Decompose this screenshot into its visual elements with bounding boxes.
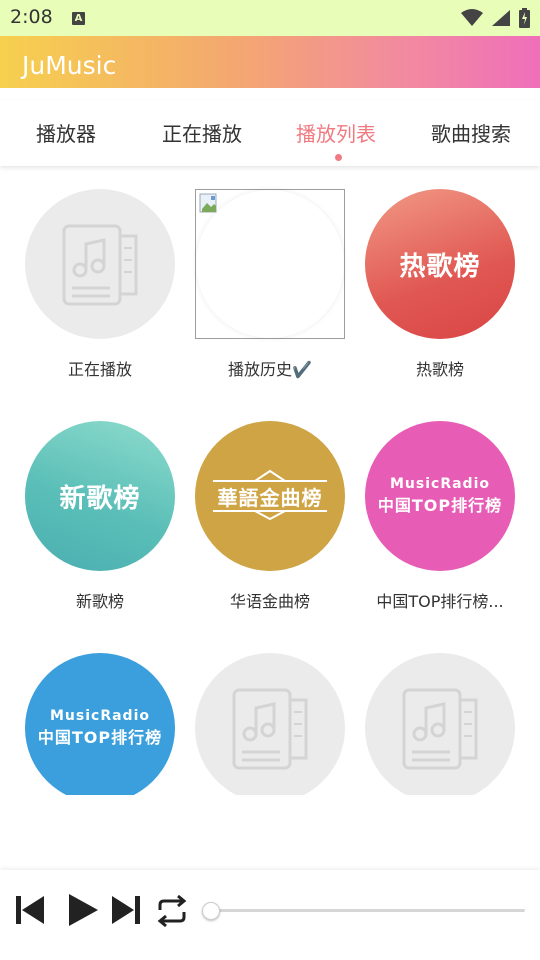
wifi-icon (461, 9, 483, 26)
tab-bar: 播放器 正在播放 播放列表 歌曲搜索 (0, 100, 540, 166)
broken-image-icon (199, 193, 217, 213)
notification-a-icon: A (72, 12, 85, 25)
status-time: 2:08 (10, 6, 53, 28)
music-placeholder-icon (195, 653, 345, 795)
signal-icon (492, 10, 510, 26)
broken-image (195, 189, 345, 339)
tab-song-search[interactable]: 歌曲搜索 (431, 118, 511, 147)
battery-icon (519, 8, 530, 28)
tab-now-playing[interactable]: 正在播放 (162, 118, 242, 147)
playlist-label: 华语金曲榜 (229, 592, 310, 611)
active-tab-indicator (335, 154, 342, 161)
skip-previous-icon[interactable] (14, 894, 46, 926)
music-placeholder-icon (25, 189, 175, 339)
new-songs-cover: 新歌榜 (25, 421, 175, 571)
repeat-icon[interactable] (154, 894, 190, 928)
app-title: JuMusic (22, 51, 117, 80)
tab-playlist[interactable]: 播放列表 (296, 118, 376, 147)
playlist-label: 新歌榜 (75, 592, 124, 611)
playlist-label: 热歌榜 (415, 360, 464, 379)
app-bar: JuMusic (0, 36, 540, 88)
status-icons (461, 8, 530, 28)
top-chart-cover: MusicRadio 中国TOP排行榜 (365, 421, 515, 571)
skip-next-icon[interactable] (110, 894, 142, 926)
top-chart-cover-blue: MusicRadio 中国TOP排行榜 (25, 653, 175, 795)
hot-songs-cover: 热歌榜 (365, 189, 515, 339)
seek-bar[interactable] (210, 909, 525, 912)
playlist-grid: 正在播放 播放历史✔️ 热歌榜 热歌榜 新歌榜 新歌榜 華語金曲榜 华语金曲榜 … (0, 166, 540, 795)
playlist-label: 正在播放 (67, 360, 132, 379)
player-bar (0, 870, 540, 960)
tab-player[interactable]: 播放器 (36, 118, 96, 147)
seek-thumb[interactable] (202, 902, 220, 920)
playlist-label: 播放历史✔️ (228, 360, 312, 379)
play-icon[interactable] (66, 892, 100, 928)
status-bar: 2:08 A (0, 0, 540, 36)
chinese-gold-cover: 華語金曲榜 (195, 421, 345, 571)
playlist-label: 中国TOP排行榜... (376, 592, 504, 611)
music-placeholder-icon (365, 653, 515, 795)
